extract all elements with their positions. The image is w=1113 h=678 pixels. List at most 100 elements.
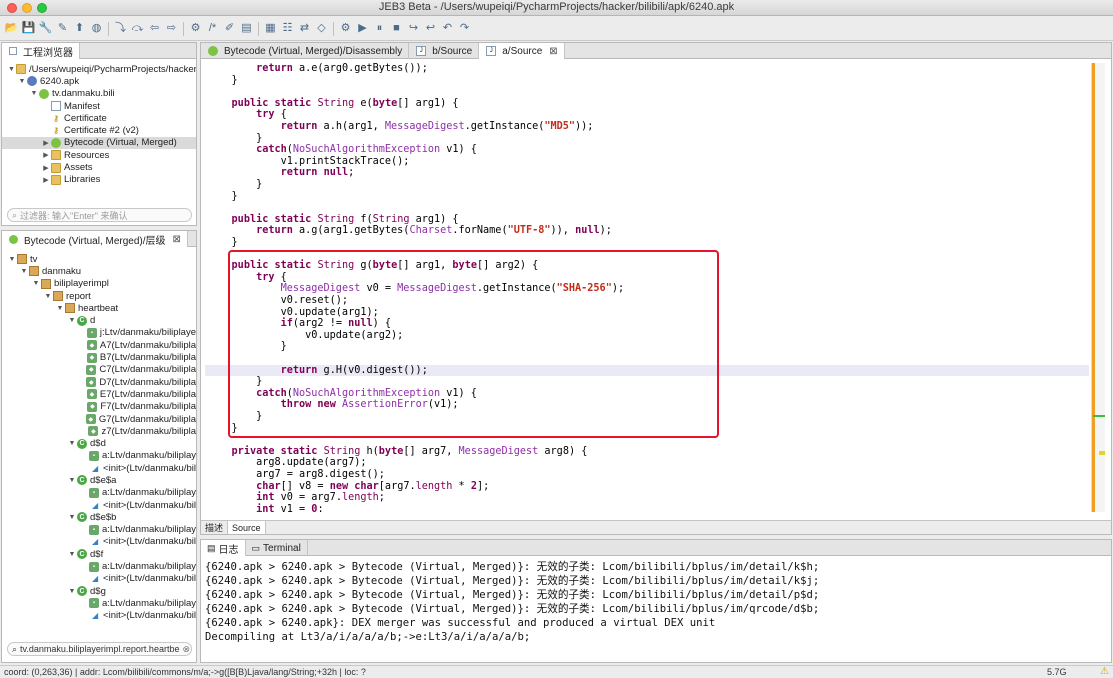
tree-item[interactable]: ▼ tv	[2, 253, 196, 265]
tree-item[interactable]: ◆ F7(Ltv/danmaku/bilipla	[2, 401, 196, 413]
tree-item[interactable]: Manifest	[2, 100, 196, 112]
tree-item[interactable]: ◆ E7(Ltv/danmaku/bilipla	[2, 388, 196, 400]
tree-item[interactable]: ▶ Libraries	[2, 174, 196, 186]
tree-item[interactable]: ◆ D7(Ltv/danmaku/bilipla	[2, 376, 196, 388]
expand-down-icon[interactable]: ▼	[68, 440, 76, 447]
graph-icon[interactable]: ◇	[314, 21, 329, 36]
editor-tab[interactable]: Bytecode (Virtual, Merged)/Disassembly	[201, 43, 410, 59]
tree-item[interactable]: ▪ a:Ltv/danmaku/biliplay	[2, 487, 196, 499]
run-script-icon[interactable]: ⚙	[188, 21, 203, 36]
tree-item[interactable]: ◆ G7(Ltv/danmaku/bilipla	[2, 413, 196, 425]
clear-filter-icon[interactable]: ⊗	[182, 644, 190, 655]
wrench-icon[interactable]: 🔧	[38, 21, 53, 36]
expand-down-icon[interactable]: ▼	[68, 551, 76, 558]
tree-item[interactable]: ▼ Cd	[2, 314, 196, 326]
tree-item[interactable]: ◢ <init>(Ltv/danmaku/bil	[2, 499, 196, 511]
expand-down-icon[interactable]: ▼	[56, 305, 64, 312]
back-icon[interactable]: ⇦	[147, 21, 162, 36]
step-out-icon[interactable]: ↩	[423, 21, 438, 36]
tree-item[interactable]: ▼ Cd$d	[2, 437, 196, 449]
tree-item[interactable]: ◢ <init>(Ltv/danmaku/bil	[2, 610, 196, 622]
play-icon[interactable]: ▶	[355, 21, 370, 36]
debug-gear-icon[interactable]: ⚙	[338, 21, 353, 36]
editor-tab[interactable]: Ja/Source ⊠	[479, 43, 565, 59]
tree-item[interactable]: ▼ Cd$e$b	[2, 511, 196, 523]
tree-item[interactable]: ▼ heartbeat	[2, 302, 196, 314]
tree-item[interactable]: ▼ 6240.apk	[2, 75, 196, 87]
expand-down-icon[interactable]: ▼	[68, 588, 76, 595]
tree-item[interactable]: ▪ a:Ltv/danmaku/biliplay	[2, 560, 196, 572]
editor-tab[interactable]: Jb/Source	[409, 43, 480, 59]
forward-icon[interactable]: ⇨	[164, 21, 179, 36]
expand-right-icon[interactable]: ▶	[42, 164, 50, 172]
editor-scrollbar[interactable]	[1091, 63, 1105, 512]
tree-item[interactable]: ⚷ Certificate	[2, 112, 196, 124]
tree-item[interactable]: ◆ z7(Ltv/danmaku/bilipla	[2, 425, 196, 437]
tree-item[interactable]: ▪ a:Ltv/danmaku/biliplay	[2, 597, 196, 609]
source-code-view[interactable]: return a.e(arg0.getBytes()); } public st…	[205, 63, 1089, 512]
expand-down-icon[interactable]: ▼	[68, 317, 76, 324]
expand-right-icon[interactable]: ▶	[42, 151, 50, 159]
step-back-icon[interactable]: ↶	[440, 21, 455, 36]
tree-item[interactable]: ▼ Cd$e$a	[2, 474, 196, 486]
globe-icon[interactable]: ◍	[89, 21, 104, 36]
step-over-icon[interactable]: ⤼	[130, 21, 145, 36]
warning-icon[interactable]: ⚠	[1100, 666, 1109, 677]
tree-item[interactable]: ▼ Cd$f	[2, 548, 196, 560]
tab-hierarchy[interactable]: Bytecode (Virtual, Merged)/层级 ⊠	[2, 231, 188, 247]
hierarchy-filter-input[interactable]: ⌕ tv.danmaku.biliplayerimpl.report.heart…	[7, 642, 192, 656]
project-filter-input[interactable]: ⌕ 过滤器: 输入"Enter" 来确认	[7, 208, 192, 222]
tree-item[interactable]: ◢ <init>(Ltv/danmaku/bil	[2, 573, 196, 585]
close-tab-icon[interactable]: ⊠	[173, 234, 181, 245]
close-tab-icon[interactable]: ⊠	[549, 46, 557, 57]
tree-item[interactable]: ▪ j:Ltv/danmaku/biliplaye	[2, 327, 196, 339]
save-icon[interactable]: 💾	[21, 21, 36, 36]
xref-icon[interactable]: ⇄	[297, 21, 312, 36]
expand-right-icon[interactable]: ▶	[42, 139, 50, 147]
tree-item[interactable]: ◆ A7(Ltv/danmaku/bilipla	[2, 339, 196, 351]
tree-item[interactable]: ▼ report	[2, 290, 196, 302]
expand-down-icon[interactable]: ▼	[68, 514, 76, 521]
tree-item[interactable]: ⚷ Certificate #2 (v2)	[2, 124, 196, 136]
tree-item[interactable]: ▼ tv.danmaku.bili	[2, 88, 196, 100]
subtab-description[interactable]: 描述	[201, 521, 229, 534]
tree-item[interactable]: ◆ C7(Ltv/danmaku/bilipla	[2, 364, 196, 376]
pause-icon[interactable]: ⏸	[372, 21, 387, 36]
comment-icon[interactable]: /*	[205, 21, 220, 36]
expand-down-icon[interactable]: ▼	[68, 477, 76, 484]
script-icon[interactable]: ✎	[55, 21, 70, 36]
tree-item[interactable]: ◢ <init>(Ltv/danmaku/bil	[2, 536, 196, 548]
hierarchy-icon[interactable]: ☷	[280, 21, 295, 36]
expand-down-icon[interactable]: ▼	[44, 293, 52, 300]
step-into-icon[interactable]: ↷	[457, 21, 472, 36]
tree-item[interactable]: ▼ biliplayerimpl	[2, 278, 196, 290]
open-folder-icon[interactable]: 📂	[4, 21, 19, 36]
tree-item[interactable]: ▶ Assets	[2, 161, 196, 173]
rename-icon[interactable]: ✐	[222, 21, 237, 36]
expand-down-icon[interactable]: ▼	[30, 90, 38, 97]
step-icon[interactable]: ↪	[406, 21, 421, 36]
tree-item[interactable]: ▼ danmaku	[2, 265, 196, 277]
tree-item[interactable]: ▪ a:Ltv/danmaku/biliplay	[2, 450, 196, 462]
tab-terminal[interactable]: ▭ Terminal	[246, 540, 308, 556]
expand-down-icon[interactable]: ▼	[8, 66, 15, 73]
subtab-source[interactable]: Source	[228, 521, 266, 534]
grid-icon[interactable]: ▦	[263, 21, 278, 36]
tree-item[interactable]: ▼ /Users/wupeiqi/PycharmProjects/hacker/b	[2, 63, 196, 75]
expand-down-icon[interactable]: ▼	[18, 78, 26, 85]
upload-icon[interactable]: ⬆	[72, 21, 87, 36]
step-in-icon[interactable]: ⤵	[113, 21, 128, 36]
tree-item[interactable]: ◢ <init>(Ltv/danmaku/bil	[2, 462, 196, 474]
tab-project-explorer[interactable]: 工程浏览器	[2, 43, 80, 59]
expand-down-icon[interactable]: ▼	[32, 280, 40, 287]
tree-item[interactable]: ▶ Resources	[2, 149, 196, 161]
tree-item[interactable]: ◆ B7(Ltv/danmaku/bilipla	[2, 351, 196, 363]
doc-icon[interactable]: ▤	[239, 21, 254, 36]
expand-right-icon[interactable]: ▶	[42, 176, 50, 184]
tree-item[interactable]: ▶ Bytecode (Virtual, Merged)	[2, 136, 196, 150]
expand-down-icon[interactable]: ▼	[8, 256, 16, 263]
tree-item[interactable]: ▼ Cd$g	[2, 585, 196, 597]
tree-item[interactable]: ▪ a:Ltv/danmaku/biliplay	[2, 524, 196, 536]
tab-log[interactable]: ▤ 日志	[201, 540, 246, 556]
stop-icon[interactable]: ■	[389, 21, 404, 36]
